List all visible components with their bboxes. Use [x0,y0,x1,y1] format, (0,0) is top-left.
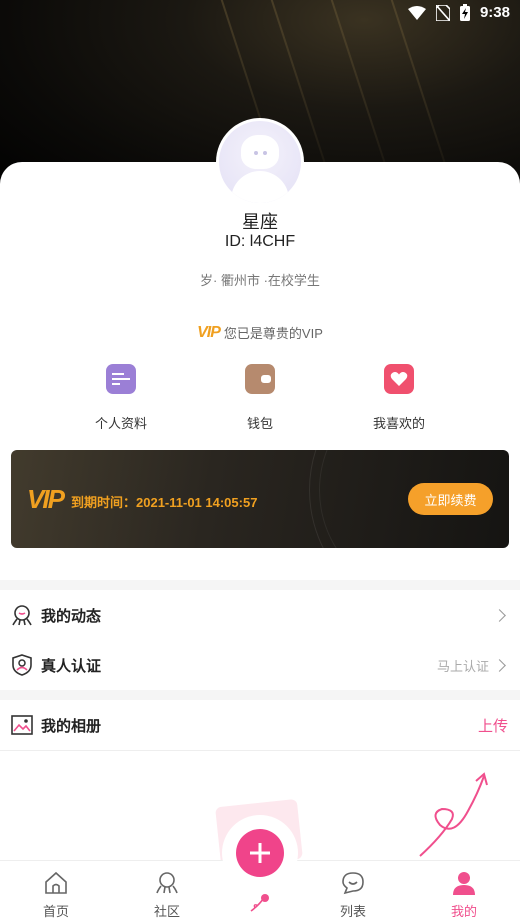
vip-badge-icon: VIP [197,323,221,341]
album-icon [11,714,33,736]
quick-action-label: 个人资料 [94,416,147,431]
menu-row-verify[interactable]: 真人认证 马上认证 [0,640,520,690]
tab-label: 列表 [339,904,366,919]
menu-label-moments: 我的动态 [41,607,102,625]
quick-action-label: 钱包 [246,416,273,431]
vip-status-text: 您已是尊贵的VIP [223,326,323,341]
renew-button[interactable]: 立即续费 [408,483,493,515]
shield-user-icon [11,654,33,676]
person-icon [451,871,477,895]
home-icon [43,871,69,895]
profile-card-icon [106,364,136,394]
avatar[interactable] [216,118,304,206]
tab-community[interactable]: 社区 [115,861,219,924]
battery-charging-icon [459,4,470,21]
menu-label-album: 我的相册 [41,717,102,735]
no-sim-icon [435,4,450,21]
tab-label: 社区 [153,904,180,919]
vip-status-line: VIP 您已是尊贵的VIP [0,323,520,342]
vip-banner: VIP 到期时间：2021-11-01 14:05:57 立即续费 [11,450,509,548]
wifi-icon [407,5,426,20]
heart-icon [384,364,414,394]
wallet-icon [245,364,275,394]
user-info: 岁· 衢州市 ·在校学生 [200,273,320,288]
upload-button[interactable]: 上传 [478,715,508,736]
moments-icon [11,604,33,626]
tab-mine[interactable]: 我的 [412,861,516,924]
community-icon [154,871,180,895]
status-bar: 9:38 [0,0,520,28]
vip-expire-text: 到期时间：2021-11-01 14:05:57 [71,495,258,510]
chat-bubble-icon [340,871,366,895]
plus-icon [250,843,270,863]
quick-action-label: 我喜欢的 [372,416,425,431]
tab-home[interactable]: 首页 [4,861,108,924]
hint-arrow-icon [419,772,488,857]
user-id: ID: l4CHF [224,233,296,250]
quick-action-wallet[interactable]: 钱包 [200,360,320,432]
tab-label: 首页 [42,904,69,919]
quick-action-profile[interactable]: 个人资料 [61,360,181,432]
publish-button[interactable] [236,829,284,877]
quick-action-likes[interactable]: 我喜欢的 [339,360,459,432]
chevron-right-icon [493,658,506,672]
tab-list[interactable]: 列表 [301,861,405,924]
menu-row-album: 我的相册 上传 [0,700,520,750]
menu-label-verify: 真人认证 [41,657,102,675]
rose-icon [247,893,273,917]
app-root: 9:38 星座 ID: l4CHF 岁· 衢州市 ·在校学生 VIP 您已是尊贵… [0,0,520,924]
chevron-right-icon [493,608,506,622]
publish-button-wrap [222,815,298,891]
tab-label: 我的 [450,904,477,919]
status-time: 9:38 [479,4,510,21]
nickname: 星座 [242,212,278,232]
menu-row-moments[interactable]: 我的动态 [0,590,520,640]
vip-logo: VIP [27,484,65,514]
verify-now-text: 马上认证 [436,658,489,674]
